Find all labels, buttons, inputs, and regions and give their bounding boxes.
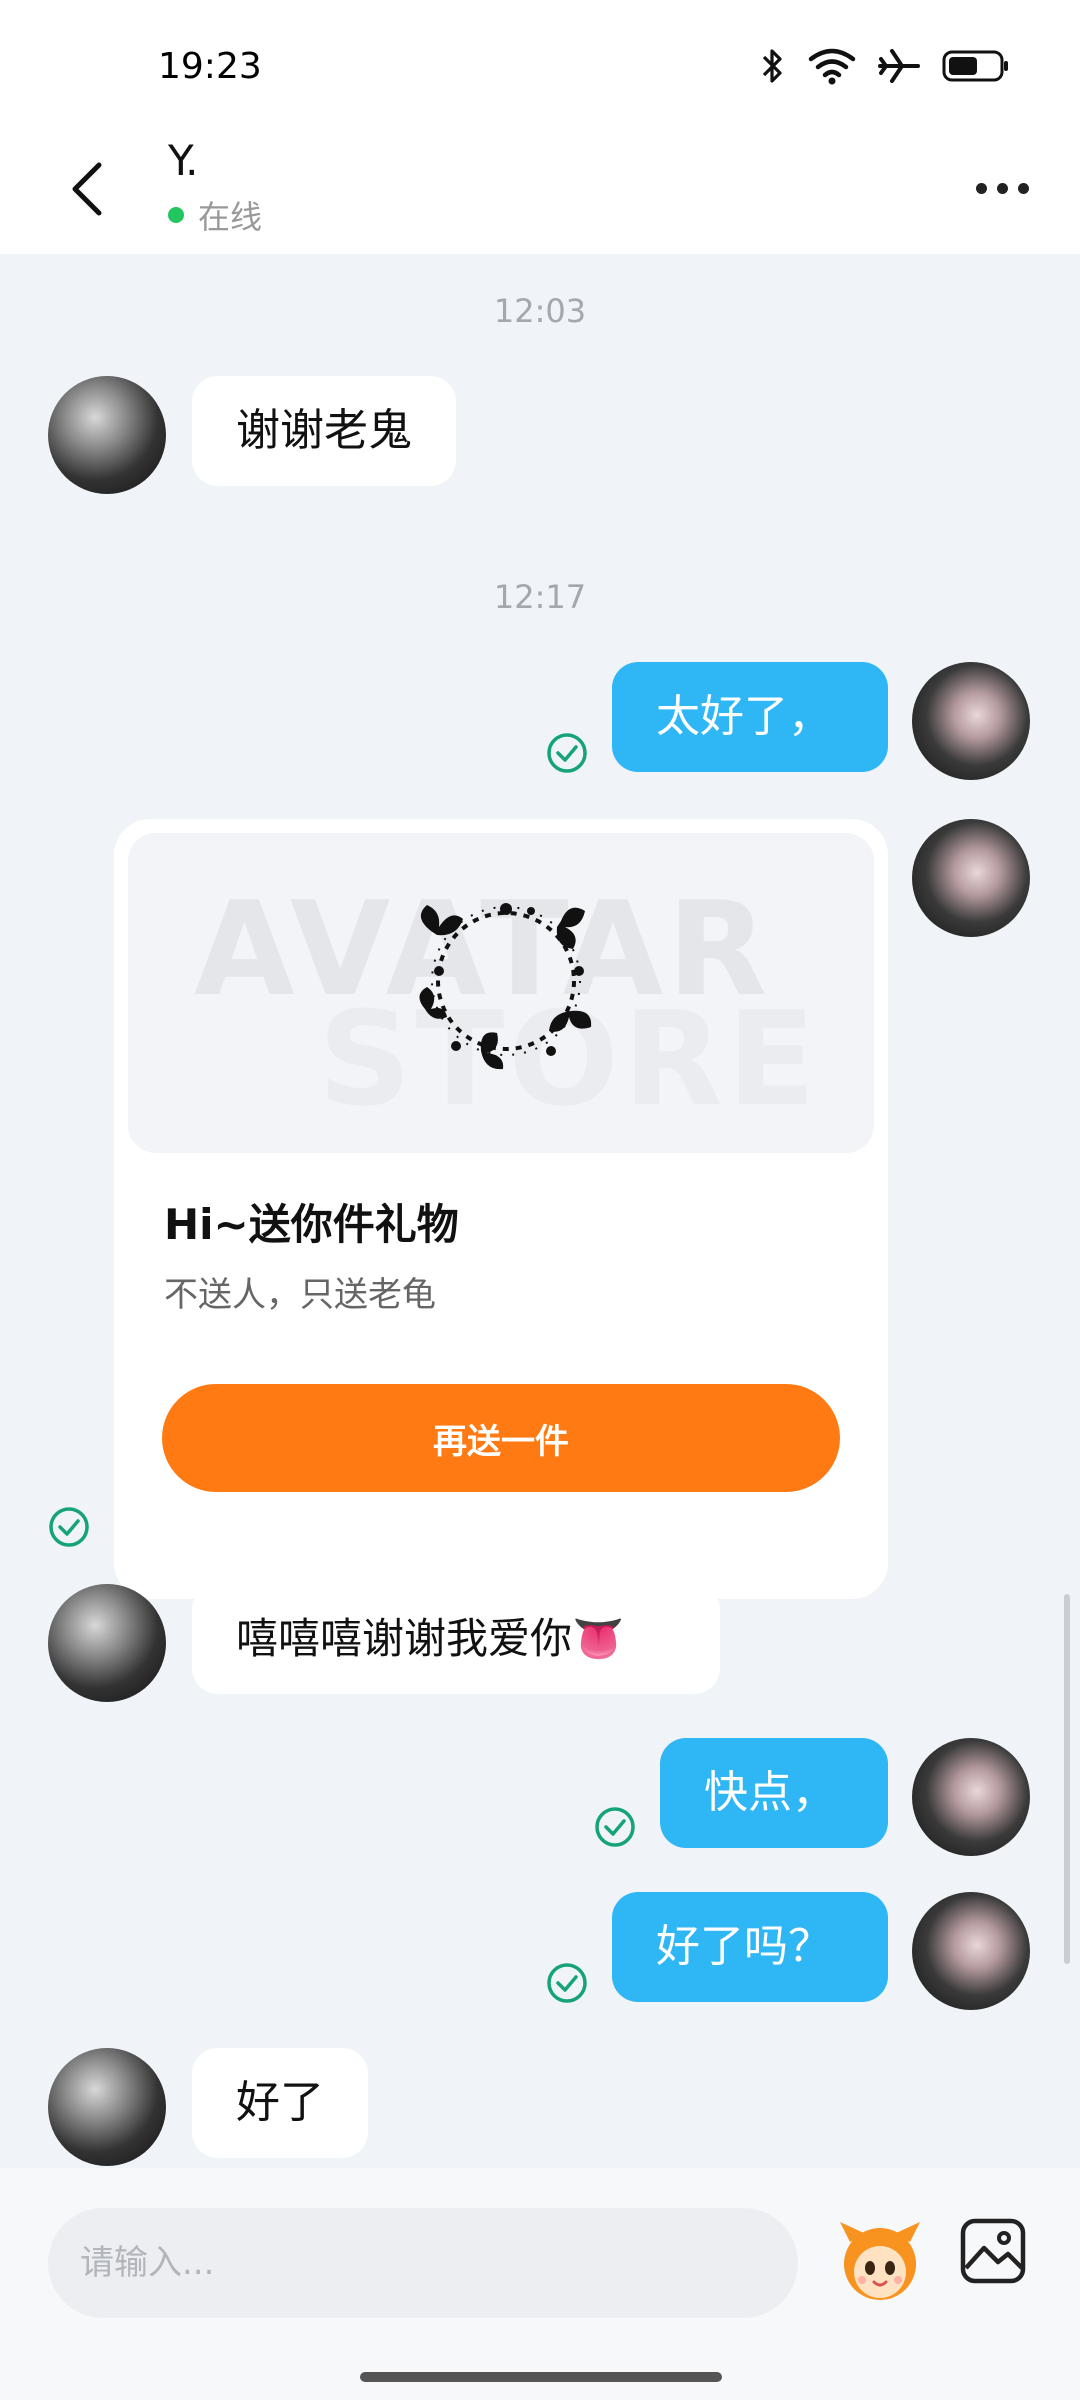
status-icons bbox=[760, 44, 1010, 88]
message-timestamp: 12:17 bbox=[493, 578, 587, 616]
message-input[interactable] bbox=[48, 2208, 798, 2318]
gift-image: AVATAR STORE bbox=[128, 833, 874, 1153]
outgoing-message[interactable]: 快点， bbox=[660, 1738, 888, 1848]
my-avatar[interactable] bbox=[912, 1892, 1030, 2010]
airplane-icon bbox=[878, 49, 920, 83]
status-bar: 19:23 bbox=[0, 0, 1080, 130]
message-timestamp: 12:03 bbox=[493, 292, 587, 330]
my-avatar[interactable] bbox=[912, 662, 1030, 780]
wifi-icon bbox=[808, 48, 856, 85]
presence-text: 在线 bbox=[198, 198, 263, 236]
gift-card[interactable]: AVATAR STORE Hi~送你件礼物 不送人，只送老龟 再送一件 bbox=[114, 819, 888, 1599]
bluetooth-icon bbox=[762, 49, 782, 83]
more-dot bbox=[1017, 182, 1029, 194]
online-dot-icon bbox=[168, 207, 184, 223]
read-check-icon bbox=[547, 1963, 587, 2003]
send-another-button[interactable]: 再送一件 bbox=[162, 1384, 840, 1492]
butterfly-wreath-icon bbox=[419, 903, 592, 1070]
home-indicator[interactable] bbox=[360, 2372, 722, 2382]
input-bar bbox=[0, 2168, 1080, 2400]
incoming-message[interactable]: 嘻嘻嘻谢谢我爱你👅 bbox=[192, 1584, 720, 1694]
contact-avatar[interactable] bbox=[48, 376, 166, 494]
incoming-message[interactable]: 好了 bbox=[192, 2048, 368, 2158]
contact-presence: 在线 bbox=[168, 192, 262, 238]
chat-messages[interactable]: 12:03 谢谢老鬼 12:17 太好了， AVATAR STORE Hi~送你… bbox=[0, 254, 1080, 2168]
gift-title: Hi~送你件礼物 bbox=[164, 1200, 459, 1249]
more-options-button[interactable] bbox=[964, 158, 1040, 218]
chat-header: Y. 在线 bbox=[0, 130, 1080, 254]
contact-name[interactable]: Y. bbox=[168, 136, 199, 185]
chat-scrollbar[interactable] bbox=[1064, 1594, 1070, 1964]
more-dot bbox=[975, 182, 987, 194]
emoji-sticker-icon[interactable] bbox=[832, 2212, 928, 2308]
incoming-message[interactable]: 谢谢老鬼 bbox=[192, 376, 456, 486]
my-avatar[interactable] bbox=[912, 819, 1030, 937]
contact-avatar[interactable] bbox=[48, 2048, 166, 2166]
read-check-icon bbox=[595, 1807, 635, 1847]
back-button[interactable] bbox=[52, 154, 122, 224]
read-check-icon bbox=[49, 1507, 89, 1547]
chevron-left-icon bbox=[72, 162, 102, 216]
outgoing-message[interactable]: 好了吗？ bbox=[612, 1892, 888, 2002]
battery-icon bbox=[942, 50, 1008, 82]
gift-subtitle: 不送人，只送老龟 bbox=[164, 1275, 436, 1315]
outgoing-message[interactable]: 太好了， bbox=[612, 662, 888, 772]
read-check-icon bbox=[547, 733, 587, 773]
more-dot bbox=[996, 182, 1008, 194]
image-picker-icon[interactable] bbox=[958, 2216, 1028, 2286]
my-avatar[interactable] bbox=[912, 1738, 1030, 1856]
contact-avatar[interactable] bbox=[48, 1584, 166, 1702]
status-time: 19:23 bbox=[158, 46, 262, 87]
